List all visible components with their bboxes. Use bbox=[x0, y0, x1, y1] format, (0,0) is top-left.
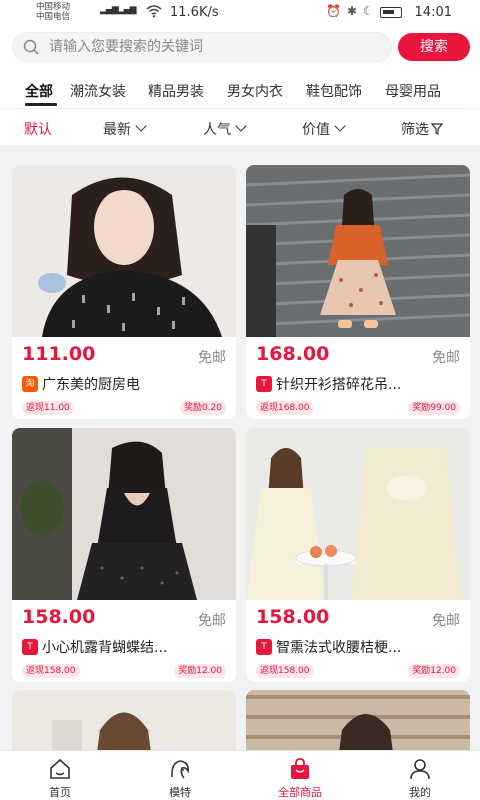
nav-all-products-label: 全部商品 bbox=[278, 786, 322, 799]
alarm-icon: ⏰ bbox=[326, 4, 347, 18]
nav-home[interactable]: 首页 bbox=[0, 751, 120, 800]
network-speed: 11.6K/s bbox=[170, 5, 219, 20]
tab-shoes-bags[interactable]: 鞋包配饰 bbox=[306, 81, 362, 101]
sort-popularity[interactable]: 人气 bbox=[203, 119, 247, 139]
product-card[interactable] bbox=[246, 690, 470, 750]
tab-all[interactable]: 全部 bbox=[25, 81, 53, 101]
active-tab-indicator bbox=[25, 103, 57, 106]
shipping-label: 免邮 bbox=[432, 613, 460, 629]
tmall-icon: T bbox=[22, 639, 38, 655]
product-title[interactable]: 智熏法式收腰桔梗... bbox=[276, 637, 460, 657]
signal-icon: ▂▄▆▂▄▆ bbox=[100, 5, 137, 15]
product-card[interactable]: 111.00 免邮 淘 广东美的厨房电 返现11.00 奖励0.20 bbox=[12, 165, 236, 419]
status-bar: 中国移动 中国电信 ▂▄▆▂▄▆ 11.6K/s ⏰✱☾ 14:01 bbox=[0, 0, 480, 26]
sort-value-label: 价值 bbox=[302, 122, 330, 138]
tab-womens-fashion[interactable]: 潮流女装 bbox=[70, 81, 126, 101]
taobao-icon: 淘 bbox=[22, 376, 38, 392]
tab-mother-baby[interactable]: 母婴用品 bbox=[385, 81, 441, 101]
product-grid: 111.00 免邮 淘 广东美的厨房电 返现11.00 奖励0.20 168.0… bbox=[0, 145, 480, 750]
sort-default-label: 默认 bbox=[24, 122, 52, 138]
product-price: 111.00 bbox=[22, 343, 96, 365]
sort-bar: 默认 最新 人气 价值 筛选 bbox=[0, 109, 480, 145]
cashback-badge: 返现158.00 bbox=[256, 664, 314, 678]
chevron-down-icon bbox=[334, 120, 346, 132]
nav-all-products[interactable]: 全部商品 bbox=[240, 751, 360, 800]
bottom-nav: 首页 模特 全部商品 我的 bbox=[0, 750, 480, 800]
search-bar: 搜索 bbox=[0, 26, 480, 68]
tmall-icon: T bbox=[256, 376, 272, 392]
search-icon bbox=[23, 39, 39, 55]
tab-underwear[interactable]: 男女内衣 bbox=[227, 81, 283, 101]
user-icon bbox=[410, 759, 430, 780]
reward-badge: 奖励12.00 bbox=[174, 664, 226, 678]
tab-mens-fashion[interactable]: 精品男装 bbox=[148, 81, 204, 101]
product-title[interactable]: 针织开衫搭碎花吊... bbox=[276, 374, 460, 394]
home-icon bbox=[50, 758, 70, 779]
product-image[interactable] bbox=[12, 690, 236, 750]
product-price: 158.00 bbox=[22, 606, 96, 628]
shipping-label: 免邮 bbox=[198, 350, 226, 366]
nav-profile-label: 我的 bbox=[409, 786, 431, 799]
shopping-bag-icon bbox=[291, 758, 309, 779]
filter-icon bbox=[431, 123, 443, 135]
shipping-label: 免邮 bbox=[432, 350, 460, 366]
cashback-badge: 返现158.00 bbox=[22, 664, 80, 678]
nav-profile[interactable]: 我的 bbox=[360, 751, 480, 800]
product-card[interactable]: 158.00 免邮 T 小心机露背蝴蝶结... 返现158.00 奖励12.00 bbox=[12, 428, 236, 682]
tmall-icon: T bbox=[256, 639, 272, 655]
sort-popularity-label: 人气 bbox=[203, 122, 231, 138]
battery-icon bbox=[380, 7, 402, 18]
model-icon bbox=[171, 760, 189, 779]
moon-icon: ☾ bbox=[363, 4, 380, 18]
bluetooth-icon: ✱ bbox=[346, 4, 364, 18]
carrier-1: 中国移动 bbox=[36, 2, 71, 12]
reward-badge: 奖励12.00 bbox=[408, 664, 460, 678]
cashback-badge: 返现168.00 bbox=[256, 401, 314, 415]
sort-value[interactable]: 价值 bbox=[302, 119, 346, 139]
chevron-down-icon bbox=[135, 120, 147, 132]
search-input[interactable] bbox=[49, 33, 379, 61]
sort-newest-label: 最新 bbox=[103, 122, 131, 138]
nav-home-label: 首页 bbox=[49, 786, 71, 799]
chevron-down-icon bbox=[235, 120, 247, 132]
product-title[interactable]: 小心机露背蝴蝶结... bbox=[42, 637, 226, 657]
product-title[interactable]: 广东美的厨房电 bbox=[42, 374, 226, 394]
product-image[interactable] bbox=[12, 165, 236, 337]
clock: 14:01 bbox=[414, 5, 452, 20]
nav-model-label: 模特 bbox=[169, 786, 191, 799]
reward-badge: 奖励0.20 bbox=[179, 401, 226, 415]
sort-default[interactable]: 默认 bbox=[24, 119, 52, 139]
category-tabs: 全部 潮流女装 精品男装 男女内衣 鞋包配饰 母婴用品 bbox=[0, 68, 480, 108]
carrier-2: 中国电信 bbox=[36, 12, 71, 22]
nav-model[interactable]: 模特 bbox=[120, 751, 240, 800]
search-button[interactable]: 搜索 bbox=[398, 33, 470, 61]
filter-button[interactable]: 筛选 bbox=[401, 119, 443, 139]
search-box[interactable] bbox=[12, 32, 392, 62]
reward-badge: 奖励99.00 bbox=[408, 401, 460, 415]
product-card[interactable]: 158.00 免邮 T 智熏法式收腰桔梗... 返现158.00 奖励12.00 bbox=[246, 428, 470, 682]
wifi-icon bbox=[146, 5, 162, 18]
carrier-info: 中国移动 中国电信 bbox=[36, 2, 70, 22]
product-price: 158.00 bbox=[256, 606, 330, 628]
product-price: 168.00 bbox=[256, 343, 330, 365]
shipping-label: 免邮 bbox=[198, 613, 226, 629]
filter-label: 筛选 bbox=[401, 122, 429, 138]
product-card[interactable] bbox=[12, 690, 236, 750]
product-image[interactable] bbox=[246, 165, 470, 337]
system-icons: ⏰✱☾ bbox=[326, 4, 380, 18]
product-card[interactable]: 168.00 免邮 T 针织开衫搭碎花吊... 返现168.00 奖励99.00 bbox=[246, 165, 470, 419]
product-image[interactable] bbox=[246, 690, 470, 750]
product-image[interactable] bbox=[12, 428, 236, 600]
sort-newest[interactable]: 最新 bbox=[103, 119, 147, 139]
product-image[interactable] bbox=[246, 428, 470, 600]
cashback-badge: 返现11.00 bbox=[22, 401, 74, 415]
